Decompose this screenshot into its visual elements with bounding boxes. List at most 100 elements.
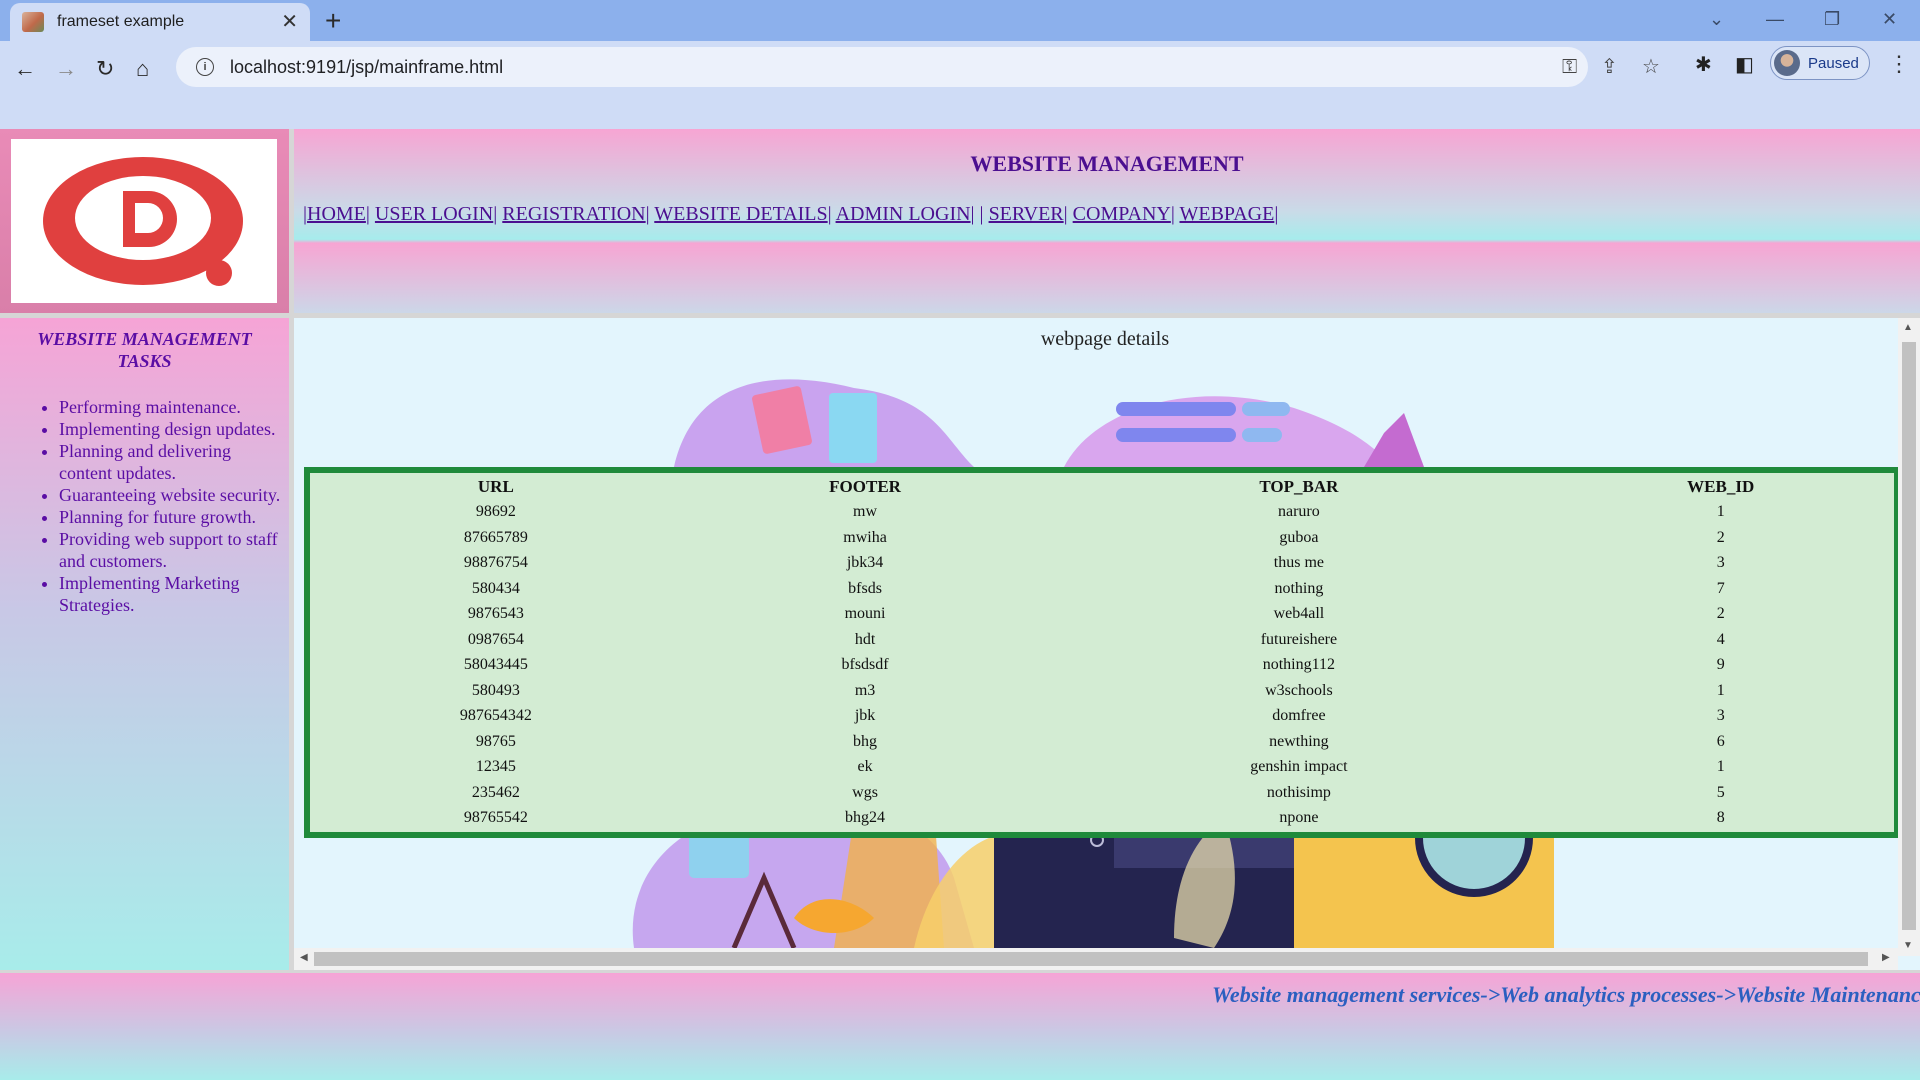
horizontal-scroll-thumb[interactable] [314,952,1868,966]
footer-frame: Website management services->Web analyti… [0,973,1920,1080]
sidebar-frame: WEBSITE MANAGEMENT TASKS Performing main… [0,318,289,970]
scroll-up-icon[interactable]: ▲ [1903,322,1913,333]
cell-top-bar: domfree [1272,707,1326,725]
cell-web-id: 1 [1716,681,1725,699]
cell-url: 87665789 [463,528,528,546]
avatar [1774,50,1800,76]
list-item: Implementing design updates. [59,418,281,440]
nav-registration[interactable]: REGISTRATION [502,203,645,225]
cell-url: 12345 [475,758,516,776]
address-bar[interactable]: i localhost:9191/jsp/mainframe.html ⚿ ⇪ … [176,47,1660,87]
cell-web-id: 4 [1716,630,1725,648]
profile-button[interactable]: Paused [1770,46,1870,80]
cell-web-id: 3 [1716,554,1725,572]
cell-footer: hdt [854,630,876,648]
content-title: webpage details [1040,328,1170,350]
scroll-down-icon[interactable]: ▼ [1903,940,1913,951]
vertical-scrollbar[interactable]: ▲ ▼ [1898,318,1920,956]
cell-url: 98876754 [463,554,528,572]
nav-home[interactable]: HOME [307,203,366,225]
close-tab-icon[interactable]: ✕ [281,12,298,32]
tab-strip: frameset example ✕ + ⌄ — ❐ ✕ [0,0,1920,41]
nav-webpage[interactable]: WEBPAGE [1180,203,1275,225]
cell-footer: mouni [844,605,886,623]
table-row: 0987654 hdt futureishere 4 [312,628,1892,652]
table-row: 987654342 jbk domfree 3 [312,705,1892,729]
cell-web-id: 2 [1716,528,1725,546]
site-title: WEBSITE MANAGEMENT [970,151,1244,176]
extensions-icon[interactable]: ✱ [1695,54,1712,76]
cell-top-bar: nothing [1274,579,1324,597]
side-panel-icon[interactable]: ◧ [1735,54,1754,76]
nav-admin-login[interactable]: ADMIN LOGIN [836,203,971,225]
nav-user-login[interactable]: USER LOGIN [375,203,493,225]
restore-icon[interactable]: ❐ [1824,6,1840,32]
new-tab-icon[interactable]: + [325,6,341,36]
cell-top-bar: nothisimp [1266,783,1331,801]
site-info-icon[interactable]: i [196,58,214,76]
browser-tab[interactable]: frameset example ✕ [10,3,310,41]
cell-top-bar: thus me [1273,554,1324,572]
window-close-icon[interactable]: ✕ [1882,6,1897,32]
table-row: 12345 ek genshin impact 1 [312,756,1892,780]
cell-footer: jbk [854,707,876,725]
table-row: 98876754 jbk34 thus me 3 [312,552,1892,576]
cell-web-id: 7 [1716,579,1725,597]
cell-top-bar: guboa [1279,528,1319,546]
cell-footer: bhg24 [845,809,886,827]
back-icon[interactable]: ← [14,55,36,83]
share-icon[interactable]: ⇪ [1601,56,1618,78]
reload-icon[interactable]: ↻ [96,55,114,83]
cell-top-bar: w3schools [1265,681,1333,699]
table-row: 87665789 mwiha guboa 2 [312,526,1892,550]
table-row: 580434 bfsds nothing 7 [312,577,1892,601]
minimize-icon[interactable]: — [1766,6,1784,32]
cell-url: 580434 [471,579,520,597]
column-header-top-bar: TOP_BAR [1259,476,1339,496]
cell-url: 98692 [475,503,516,521]
nav-website-details[interactable]: WEBSITE DETAILS [654,203,827,225]
forward-icon[interactable]: → [55,55,77,83]
nav-server[interactable]: SERVER [989,203,1064,225]
cell-footer: mwiha [843,528,887,546]
logo-frame [0,129,289,313]
logo-icon [43,157,243,286]
profile-status: Paused [1808,54,1859,72]
nav-company[interactable]: COMPANY [1073,203,1171,225]
scroll-left-icon[interactable]: ◀ [300,952,308,963]
address-url[interactable]: localhost:9191/jsp/mainframe.html [230,57,503,78]
table-row: 58043445 bfsdsdf nothing112 9 [312,654,1892,678]
menu-icon[interactable]: ⋮ [1888,51,1910,77]
horizontal-scrollbar[interactable]: ◀ ▶ [294,948,1898,970]
cell-top-bar: futureishere [1260,630,1338,648]
cell-url: 9876543 [467,605,524,623]
cell-top-bar: nothing112 [1262,656,1336,674]
list-item: Planning for future growth. [59,506,281,528]
cell-url: 58043445 [463,656,528,674]
vertical-scroll-thumb[interactable] [1902,342,1916,930]
list-item: Guaranteeing website security. [59,484,281,506]
home-icon[interactable]: ⌂ [136,55,149,83]
list-item: Performing maintenance. [59,396,281,418]
cell-footer: jbk34 [846,554,884,572]
cell-web-id: 8 [1716,809,1725,827]
header-frame: WEBSITE MANAGEMENT |HOME| USER LOGIN| RE… [294,129,1920,313]
column-header-url: URL [477,476,514,496]
list-item: Providing web support to staff and custo… [59,528,281,572]
key-icon[interactable]: ⚿ [1562,56,1577,78]
cell-footer: bhg [853,732,878,750]
cell-top-bar: npone [1279,809,1319,827]
column-header-footer: FOOTER [829,476,901,496]
cell-web-id: 5 [1716,783,1725,801]
scroll-right-icon[interactable]: ▶ [1882,952,1890,963]
cell-url: 98765542 [463,809,528,827]
table-row: 98692 mw naruro 1 [312,501,1892,525]
sidebar-heading: WEBSITE MANAGEMENT TASKS [37,329,252,371]
cell-url: 580493 [471,681,520,699]
table-row: 580493 m3 w3schools 1 [312,679,1892,703]
cell-web-id: 9 [1716,656,1725,674]
webpage-table: URL FOOTER TOP_BAR WEB_ID 98692 mw naruro 1… [304,467,1900,838]
cell-footer: m3 [854,681,876,699]
star-icon[interactable]: ☆ [1642,56,1660,78]
tab-search-icon[interactable]: ⌄ [1709,6,1724,32]
